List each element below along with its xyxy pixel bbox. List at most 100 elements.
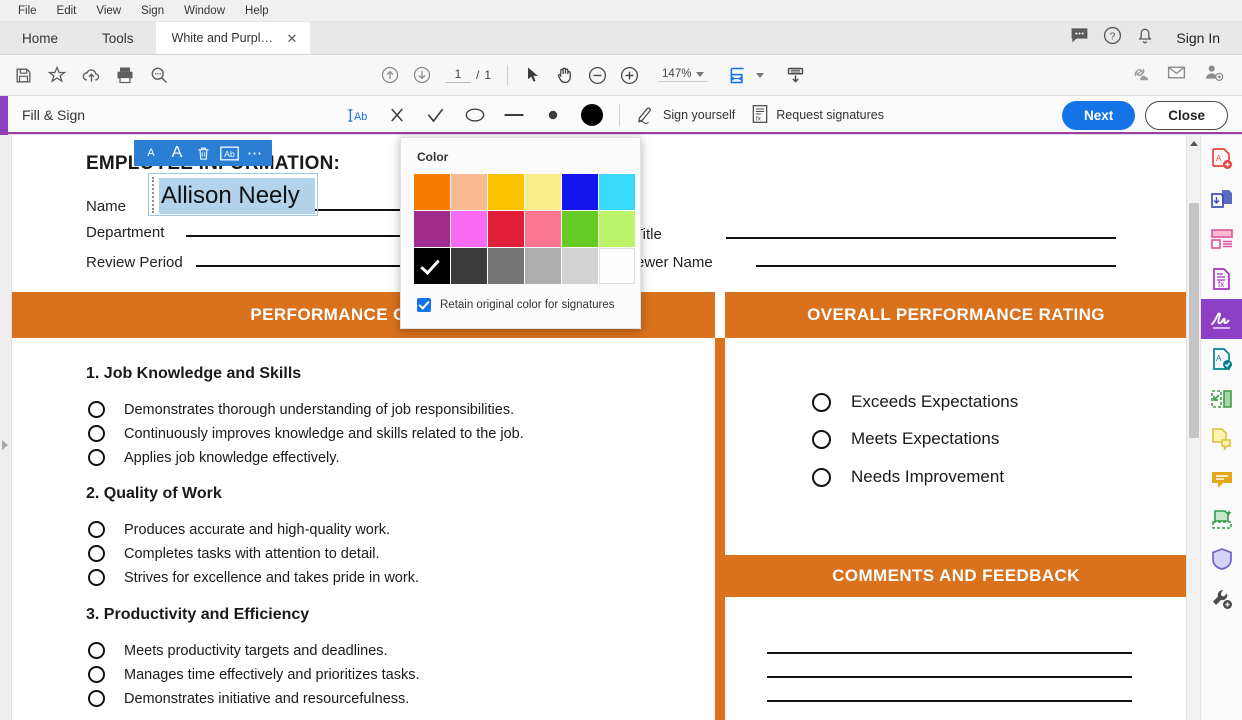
more-tools-icon[interactable] [1201, 579, 1242, 619]
star-icon[interactable] [42, 61, 72, 89]
color-swatch-blue[interactable] [562, 174, 598, 210]
fill-and-sign-icon[interactable] [1201, 299, 1242, 339]
plus-circle-icon[interactable] [614, 61, 644, 89]
tab-home[interactable]: Home [0, 22, 80, 54]
criterion-radio[interactable] [88, 569, 105, 586]
next-button[interactable]: Next [1062, 101, 1135, 130]
menu-view[interactable]: View [86, 0, 131, 22]
color-swatch-black[interactable] [414, 248, 450, 284]
scan-ocr-icon[interactable] [1201, 499, 1242, 539]
menu-edit[interactable]: Edit [47, 0, 87, 22]
help-icon[interactable]: ? [1103, 26, 1122, 50]
vertical-scrollbar[interactable] [1186, 135, 1200, 720]
color-swatch-pink[interactable] [525, 211, 561, 247]
field-line-reviewer-name[interactable] [756, 265, 1116, 267]
color-swatch-orange[interactable] [414, 174, 450, 210]
color-swatch-white[interactable] [599, 248, 635, 284]
stamp-icon[interactable] [1201, 419, 1242, 459]
circle-shape-icon[interactable] [455, 98, 494, 132]
criterion-item[interactable]: Continuously improves knowledge and skil… [88, 425, 524, 442]
menu-help[interactable]: Help [235, 0, 279, 22]
add-person-icon[interactable] [1203, 62, 1224, 88]
color-swatch-gray[interactable] [488, 248, 524, 284]
decrease-font-size-icon[interactable]: A [140, 142, 162, 164]
page-number-input[interactable] [445, 67, 471, 83]
comb-field-icon[interactable]: Ab [218, 142, 240, 164]
color-swatch-gold[interactable] [488, 174, 524, 210]
checkbox-icon[interactable] [417, 298, 431, 312]
criterion-item[interactable]: Demonstrates initiative and resourcefuln… [88, 690, 409, 707]
fit-width-icon[interactable] [722, 61, 752, 89]
color-swatch-green[interactable] [562, 211, 598, 247]
comment-icon[interactable] [1070, 26, 1089, 50]
cursor-arrow-icon[interactable] [518, 61, 548, 89]
edit-pdf-icon[interactable]: A [1201, 339, 1242, 379]
line-shape-icon[interactable] [494, 98, 533, 132]
comment-line[interactable] [767, 700, 1132, 702]
link-share-icon[interactable] [1129, 62, 1150, 88]
criterion-radio[interactable] [88, 401, 105, 418]
criterion-radio[interactable] [88, 666, 105, 683]
arrow-up-circle-icon[interactable] [375, 61, 405, 89]
delete-field-icon[interactable] [192, 142, 214, 164]
color-swatch-pale-yellow[interactable] [525, 174, 561, 210]
compress-pdf-icon[interactable] [1201, 379, 1242, 419]
dot-shape-icon[interactable] [533, 98, 572, 132]
menu-file[interactable]: File [8, 0, 47, 22]
tab-document[interactable]: White and Purple Si... ✕ [156, 22, 311, 54]
rating-radio[interactable] [812, 430, 831, 449]
protect-icon[interactable] [1201, 539, 1242, 579]
sign-yourself-button[interactable]: Sign yourself [628, 100, 743, 131]
color-swatch-magenta[interactable] [451, 211, 487, 247]
zoom-level-selector[interactable]: 147% [658, 68, 708, 82]
more-options-icon[interactable]: ⋯ [244, 142, 266, 164]
single-page-scroll-icon[interactable] [780, 61, 810, 89]
criterion-item[interactable]: Produces accurate and high-quality work. [88, 521, 390, 538]
criterion-radio[interactable] [88, 449, 105, 466]
request-signatures-button[interactable]: fx Request signatures [743, 100, 892, 131]
criterion-radio[interactable] [88, 521, 105, 538]
export-pdf-icon[interactable]: fx [1201, 259, 1242, 299]
rating-radio[interactable] [812, 468, 831, 487]
create-pdf-icon[interactable]: A [1201, 139, 1242, 179]
hand-icon[interactable] [550, 61, 580, 89]
criterion-radio[interactable] [88, 545, 105, 562]
print-icon[interactable] [110, 61, 140, 89]
criterion-item[interactable]: Applies job knowledge effectively. [88, 449, 339, 466]
rating-option[interactable]: Meets Expectations [812, 429, 999, 449]
combine-files-icon[interactable] [1201, 179, 1242, 219]
criterion-item[interactable]: Demonstrates thorough understanding of j… [88, 401, 514, 418]
retain-original-color-checkbox[interactable]: Retain original color for signatures [417, 298, 615, 312]
color-swatch-purple[interactable] [414, 211, 450, 247]
sign-in-button[interactable]: Sign In [1168, 30, 1228, 46]
cross-mark-icon[interactable] [377, 98, 416, 132]
close-button[interactable]: Close [1145, 101, 1228, 130]
expand-panel-icon[interactable] [2, 440, 8, 450]
criterion-item[interactable]: Meets productivity targets and deadlines… [88, 642, 388, 659]
menu-window[interactable]: Window [174, 0, 235, 22]
left-panel-rail[interactable] [0, 135, 12, 720]
color-swatch-mid-gray[interactable] [525, 248, 561, 284]
tab-tools[interactable]: Tools [80, 22, 156, 54]
comment-line[interactable] [767, 676, 1132, 678]
color-swatch-dark-gray[interactable] [451, 248, 487, 284]
color-swatch-light-gray[interactable] [562, 248, 598, 284]
criterion-radio[interactable] [88, 690, 105, 707]
increase-font-size-icon[interactable]: A [166, 142, 188, 164]
field-line-job-title[interactable] [726, 237, 1116, 239]
bell-icon[interactable] [1136, 27, 1154, 50]
criterion-item[interactable]: Strives for excellence and takes pride i… [88, 569, 419, 586]
rating-radio[interactable] [812, 393, 831, 412]
menu-sign[interactable]: Sign [131, 0, 174, 22]
check-mark-icon[interactable] [416, 98, 455, 132]
color-swatch-peach[interactable] [451, 174, 487, 210]
email-icon[interactable] [1166, 62, 1187, 88]
active-text-field[interactable]: Allison Neely [148, 173, 318, 216]
comment-line[interactable] [767, 652, 1132, 654]
minus-circle-icon[interactable] [582, 61, 612, 89]
arrow-down-circle-icon[interactable] [407, 61, 437, 89]
save-icon[interactable] [8, 61, 38, 89]
fit-options-chevron-icon[interactable] [756, 73, 764, 78]
comment-icon[interactable] [1201, 459, 1242, 499]
scrollbar-thumb[interactable] [1189, 203, 1199, 438]
